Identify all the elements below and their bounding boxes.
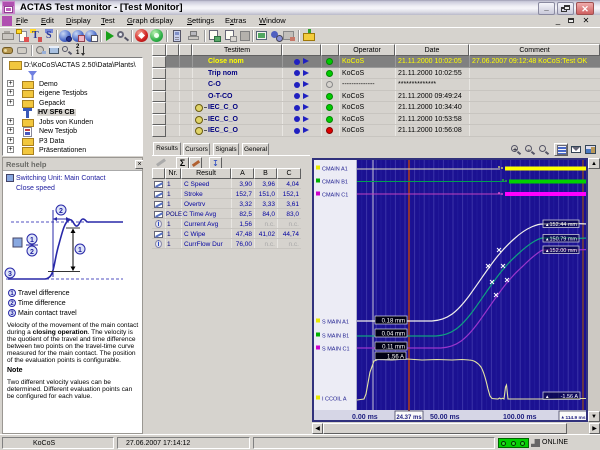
svg-text:0.18 mm: 0.18 mm (382, 319, 405, 325)
svg-text:0.04 mm: 0.04 mm (382, 332, 405, 338)
svg-text:1: 1 (30, 237, 34, 244)
svg-text:▲: ▲ (561, 415, 565, 420)
svg-text:100.00 ms: 100.00 ms (503, 414, 537, 421)
svg-text:▲: ▲ (545, 394, 549, 399)
svg-text:2: 2 (30, 249, 34, 256)
svg-text:S MAIN C1: S MAIN C1 (322, 347, 350, 353)
svg-text:2: 2 (59, 208, 63, 215)
svg-text:1.56 A: 1.56 A (387, 355, 404, 361)
svg-text:S MAIN A1: S MAIN A1 (322, 320, 349, 326)
svg-text:3: 3 (8, 271, 12, 278)
svg-text:CMAIN C1: CMAIN C1 (322, 193, 348, 199)
svg-text:0.00 ms: 0.00 ms (352, 414, 378, 421)
svg-text:1: 1 (78, 247, 82, 254)
svg-text:CMAIN B1: CMAIN B1 (322, 180, 348, 186)
svg-text:50.00 ms: 50.00 ms (430, 414, 460, 421)
svg-text:152.44 mm: 152.44 mm (549, 222, 577, 228)
svg-text:114.9 ms: 114.9 ms (565, 415, 585, 421)
svg-text:I CCOIL A: I CCOIL A (322, 397, 347, 403)
svg-text:-1.56 A: -1.56 A (561, 394, 579, 400)
svg-text:152.00 mm: 152.00 mm (549, 248, 577, 254)
svg-text:S MAIN B1: S MAIN B1 (322, 334, 349, 340)
svg-text:CMAIN A1: CMAIN A1 (322, 167, 348, 173)
svg-text:150.79 mm: 150.79 mm (549, 237, 577, 243)
svg-text:0.11 mm: 0.11 mm (382, 345, 405, 351)
